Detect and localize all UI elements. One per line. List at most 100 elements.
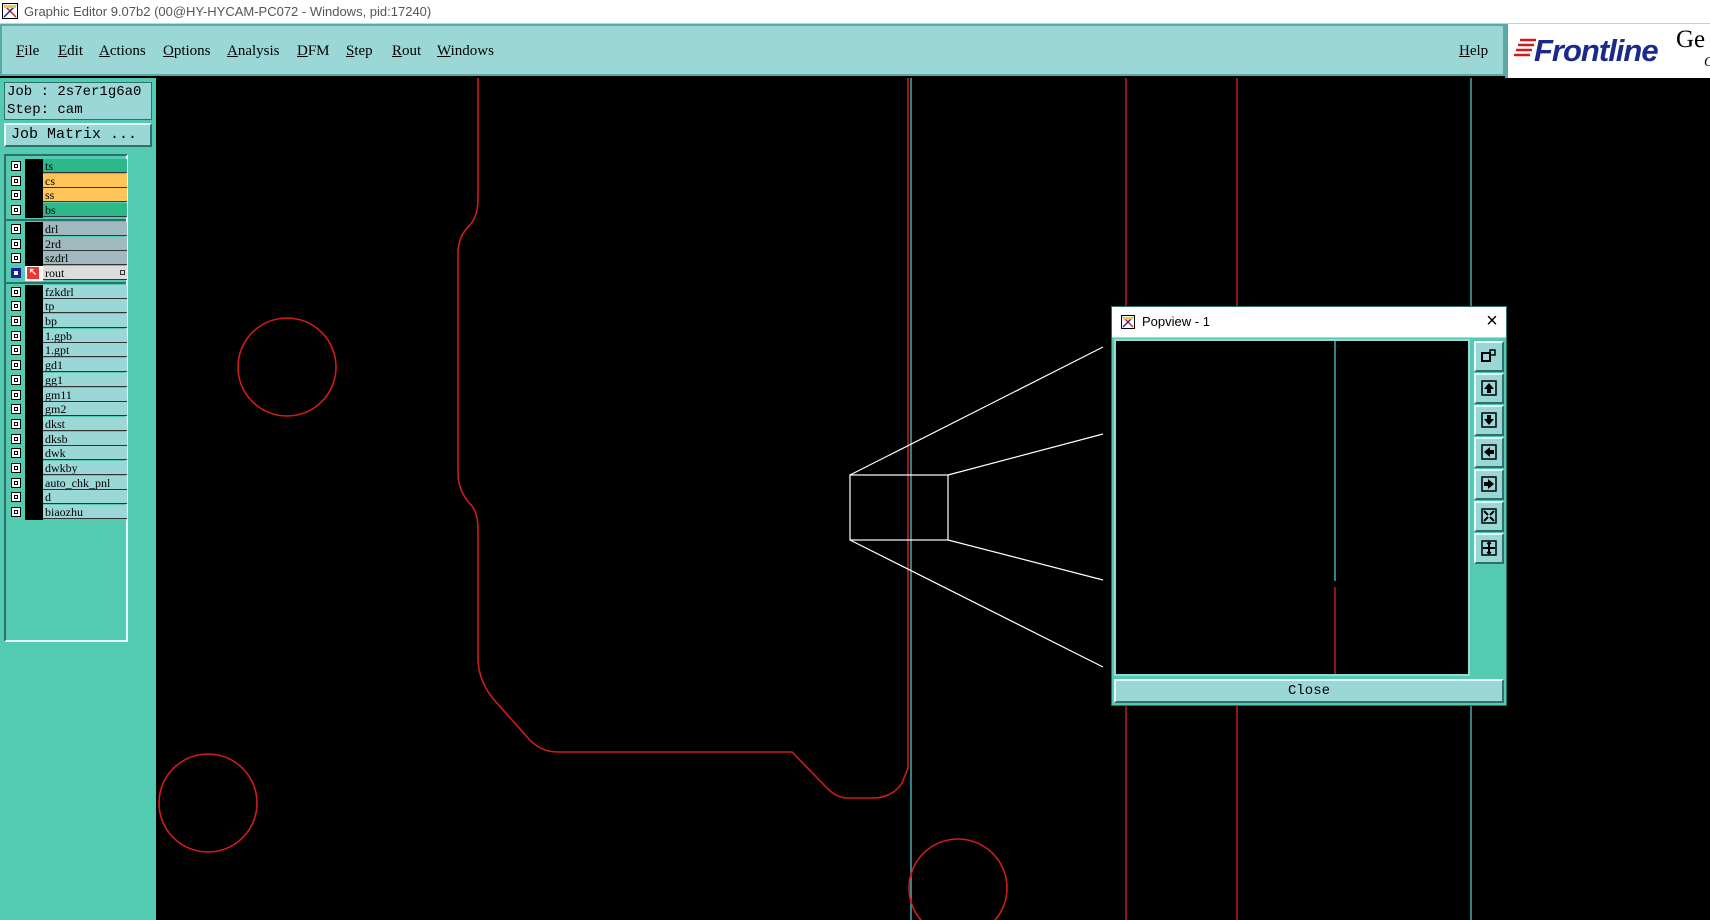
popview-canvas[interactable]	[1114, 339, 1470, 676]
layer-checkbox[interactable]	[11, 330, 21, 341]
layer-checkbox[interactable]	[11, 433, 21, 444]
zoom-home-icon[interactable]	[1474, 341, 1504, 372]
layer-row-dwk[interactable]: dwk	[9, 446, 127, 462]
layer-checkbox[interactable]	[11, 477, 21, 488]
layer-name[interactable]: tp	[43, 299, 127, 314]
layer-name[interactable]: d	[43, 490, 127, 505]
layer-checkbox[interactable]	[11, 267, 21, 278]
layer-affected-marker[interactable]	[25, 372, 43, 388]
layer-row-fzkdrl[interactable]: fzkdrl	[9, 284, 127, 300]
layer-checkbox[interactable]	[11, 223, 21, 234]
layer-affected-marker[interactable]	[25, 461, 43, 476]
job-matrix-button[interactable]: Job Matrix ...	[4, 123, 152, 147]
popview-close-icon[interactable]: ×	[1482, 311, 1502, 331]
layer-checkbox[interactable]	[11, 360, 21, 371]
layer-checkbox[interactable]	[11, 492, 21, 503]
popview-close-button[interactable]: Close	[1114, 679, 1504, 703]
layer-row-1-gpb[interactable]: 1.gpb	[9, 328, 127, 344]
layer-affected-marker[interactable]	[25, 402, 43, 418]
zoom-in-icon[interactable]	[1474, 501, 1504, 532]
layer-affected-marker[interactable]	[25, 284, 43, 300]
layer-name[interactable]: 2rd	[43, 236, 127, 251]
layer-row-gg1[interactable]: gg1	[9, 372, 127, 388]
layer-affected-marker[interactable]	[25, 475, 43, 491]
layer-checkbox[interactable]	[11, 253, 21, 264]
layer-checkbox[interactable]	[11, 404, 21, 415]
layer-row-ss[interactable]: ss	[9, 188, 127, 204]
layer-affected-marker[interactable]	[25, 490, 43, 506]
layer-name[interactable]: gm11	[43, 387, 127, 402]
layer-name[interactable]: dwk	[43, 446, 127, 461]
layer-row-auto-chk-pnl[interactable]: auto_chk_pnl	[9, 475, 127, 491]
pan-left-icon[interactable]	[1474, 437, 1504, 468]
layer-row-gm11[interactable]: gm11	[9, 387, 127, 403]
layer-affected-marker[interactable]	[25, 251, 43, 267]
layer-row-dkst[interactable]: dkst	[9, 416, 127, 432]
layer-row-1-gpt[interactable]: 1.gpt	[9, 343, 127, 359]
layer-affected-marker[interactable]	[25, 328, 43, 344]
layer-row-bs[interactable]: bs	[9, 203, 127, 219]
layer-row-cs[interactable]: cs	[9, 173, 127, 189]
layer-row-gm2[interactable]: gm2	[9, 402, 127, 418]
layer-name[interactable]: ts	[43, 159, 127, 173]
menu-dfm[interactable]: DFM	[297, 43, 330, 60]
zoom-out-icon[interactable]	[1474, 533, 1504, 564]
pan-up-icon[interactable]	[1474, 373, 1504, 404]
layer-name[interactable]: gd1	[43, 358, 127, 373]
layer-name[interactable]: 1.gpt	[43, 343, 127, 358]
layer-affected-marker[interactable]	[25, 221, 43, 237]
layer-affected-marker[interactable]	[25, 188, 43, 204]
layer-name[interactable]: dkst	[43, 416, 127, 431]
layer-name[interactable]: fzkdrl	[43, 284, 127, 299]
layer-name[interactable]: auto_chk_pnl	[43, 475, 127, 490]
layer-checkbox[interactable]	[11, 316, 21, 326]
layer-checkbox[interactable]	[11, 463, 21, 473]
layer-name[interactable]: drl	[43, 221, 127, 236]
menu-options[interactable]: Options	[163, 43, 211, 60]
layer-name[interactable]: dwkby	[43, 461, 127, 475]
menu-windows[interactable]: Windows	[437, 43, 494, 60]
layer-name[interactable]: gm2	[43, 402, 127, 417]
layer-checkbox[interactable]	[11, 190, 21, 201]
layer-row-dksb[interactable]: dksb	[9, 431, 127, 447]
layer-name[interactable]: bp	[43, 314, 127, 328]
layer-checkbox[interactable]	[11, 345, 21, 356]
menu-help[interactable]: Help	[1459, 43, 1488, 60]
layer-affected-marker[interactable]	[25, 505, 43, 521]
layer-checkbox[interactable]	[11, 301, 21, 312]
layer-affected-marker[interactable]	[25, 299, 43, 315]
pan-down-icon[interactable]	[1474, 405, 1504, 436]
layer-affected-marker[interactable]	[25, 416, 43, 432]
layer-affected-marker[interactable]: ↖	[25, 265, 43, 281]
layer-affected-marker[interactable]	[25, 236, 43, 252]
layer-checkbox[interactable]	[11, 175, 21, 186]
layer-checkbox[interactable]	[11, 286, 21, 297]
layer-checkbox[interactable]	[11, 161, 21, 171]
layer-checkbox[interactable]	[11, 374, 21, 385]
layer-row-bp[interactable]: bp	[9, 314, 127, 329]
layer-name[interactable]: gg1	[43, 372, 127, 387]
layer-row-szdrl[interactable]: szdrl	[9, 251, 127, 267]
layer-affected-marker[interactable]	[25, 387, 43, 403]
layer-name[interactable]: 1.gpb	[43, 328, 127, 343]
layer-checkbox[interactable]	[11, 238, 21, 249]
layer-affected-marker[interactable]	[25, 358, 43, 374]
layer-row-drl[interactable]: drl	[9, 221, 127, 237]
layer-affected-marker[interactable]	[25, 446, 43, 462]
layer-affected-marker[interactable]	[25, 159, 43, 174]
layer-name[interactable]: szdrl	[43, 251, 127, 266]
layer-affected-marker[interactable]	[25, 173, 43, 189]
layer-row-d[interactable]: d	[9, 490, 127, 506]
layer-affected-marker[interactable]	[25, 431, 43, 447]
layer-row-gd1[interactable]: gd1	[9, 358, 127, 374]
layer-checkbox[interactable]	[11, 205, 21, 216]
layer-name[interactable]: bs	[43, 203, 127, 218]
layer-row-2rd[interactable]: 2rd	[9, 236, 127, 252]
layer-row-ts[interactable]: ts	[9, 159, 127, 174]
layer-affected-marker[interactable]	[25, 314, 43, 329]
layer-affected-marker[interactable]	[25, 203, 43, 219]
layer-name[interactable]: ss	[43, 188, 127, 203]
layer-row-biaozhu[interactable]: biaozhu	[9, 505, 127, 521]
layer-checkbox[interactable]	[11, 389, 21, 400]
menu-step[interactable]: Step	[346, 43, 373, 60]
